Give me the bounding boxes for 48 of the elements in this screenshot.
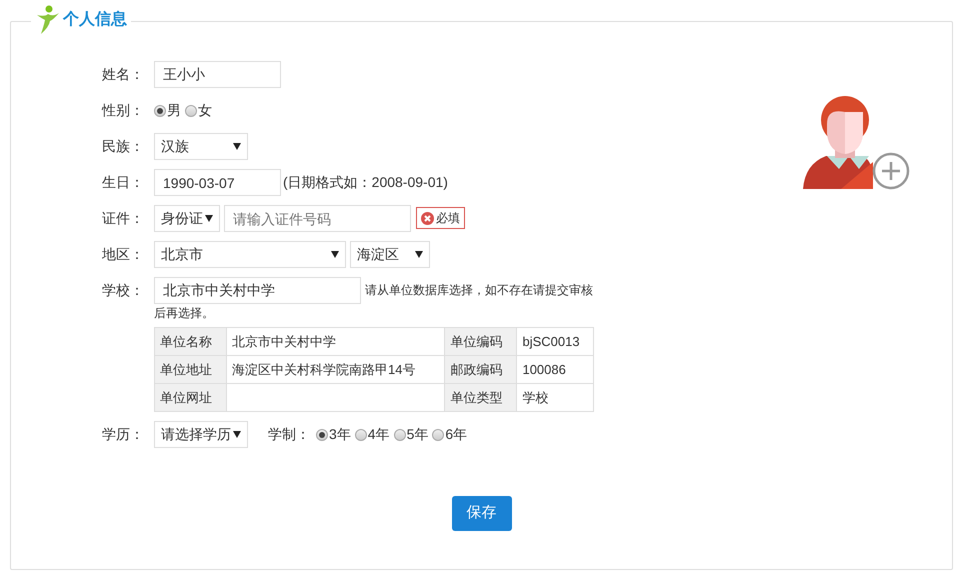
field-label: 学历： [101,425,144,444]
runner-icon [35,5,61,35]
radio-option[interactable]: 3年 [316,421,351,448]
field-label: 学制： [268,425,310,444]
caret-icon [331,251,339,258]
caret-icon [205,215,213,222]
caret-icon [233,143,241,150]
date-field[interactable]: 1990-03-07 [154,169,281,196]
save-button[interactable]: 保存 [452,496,512,530]
table-cell: 单位编码 [444,328,517,356]
table-cell: 单位类型 [444,384,517,412]
field-label: 证件： [101,209,144,228]
radio-option[interactable]: 6年 [432,421,468,448]
radio-option[interactable]: 5年 [394,421,428,448]
field-label: 地区： [101,245,144,264]
table-cell: 海淀区中关村科学院南路甲14号 [226,356,445,384]
field-label: 民族： [101,137,144,156]
school-hint: 后再选择。 [154,305,214,322]
field-label: 生日： [101,173,144,192]
radio-option[interactable]: 男 [154,97,181,124]
table-cell: 单位地址 [154,356,226,384]
id-number-field[interactable]: 请输入证件号码 [224,205,411,232]
radio-option[interactable]: 女 [185,97,212,124]
error-icon [421,212,434,224]
table-cell: bjSC0013 [516,328,594,356]
dropdown[interactable]: 北京市 [154,241,346,268]
format-hint: (日期格式如：2008-09-01) [283,173,448,192]
field-label: 学校： [101,281,144,300]
section-title: 个人信息 [63,10,127,30]
dropdown[interactable]: 汉族 [154,133,248,160]
table-cell: 北京市中关村中学 [226,328,445,356]
text-field[interactable]: 王小小 [154,61,281,88]
dropdown[interactable]: 海淀区 [350,241,430,268]
caret-icon [233,431,241,438]
field-label: 姓名： [101,65,144,84]
field-label: 性别： [100,101,144,120]
school-hint: 请从单位数据库选择，如不存在请提交审核 [365,282,593,299]
radio-option[interactable]: 4年 [354,421,390,448]
table-cell: 100086 [516,356,594,384]
error-text: 必填 [436,210,460,227]
caret-icon [415,251,423,258]
school-field[interactable]: 北京市中关村中学 [154,277,361,304]
table-cell: 单位网址 [154,384,226,412]
dropdown[interactable]: 身份证 [154,205,220,232]
dropdown[interactable]: 请选择学历 [154,421,248,448]
table-cell: 邮政编码 [444,356,517,384]
table-cell: 单位名称 [154,328,226,356]
table-cell: 学校 [516,384,594,412]
